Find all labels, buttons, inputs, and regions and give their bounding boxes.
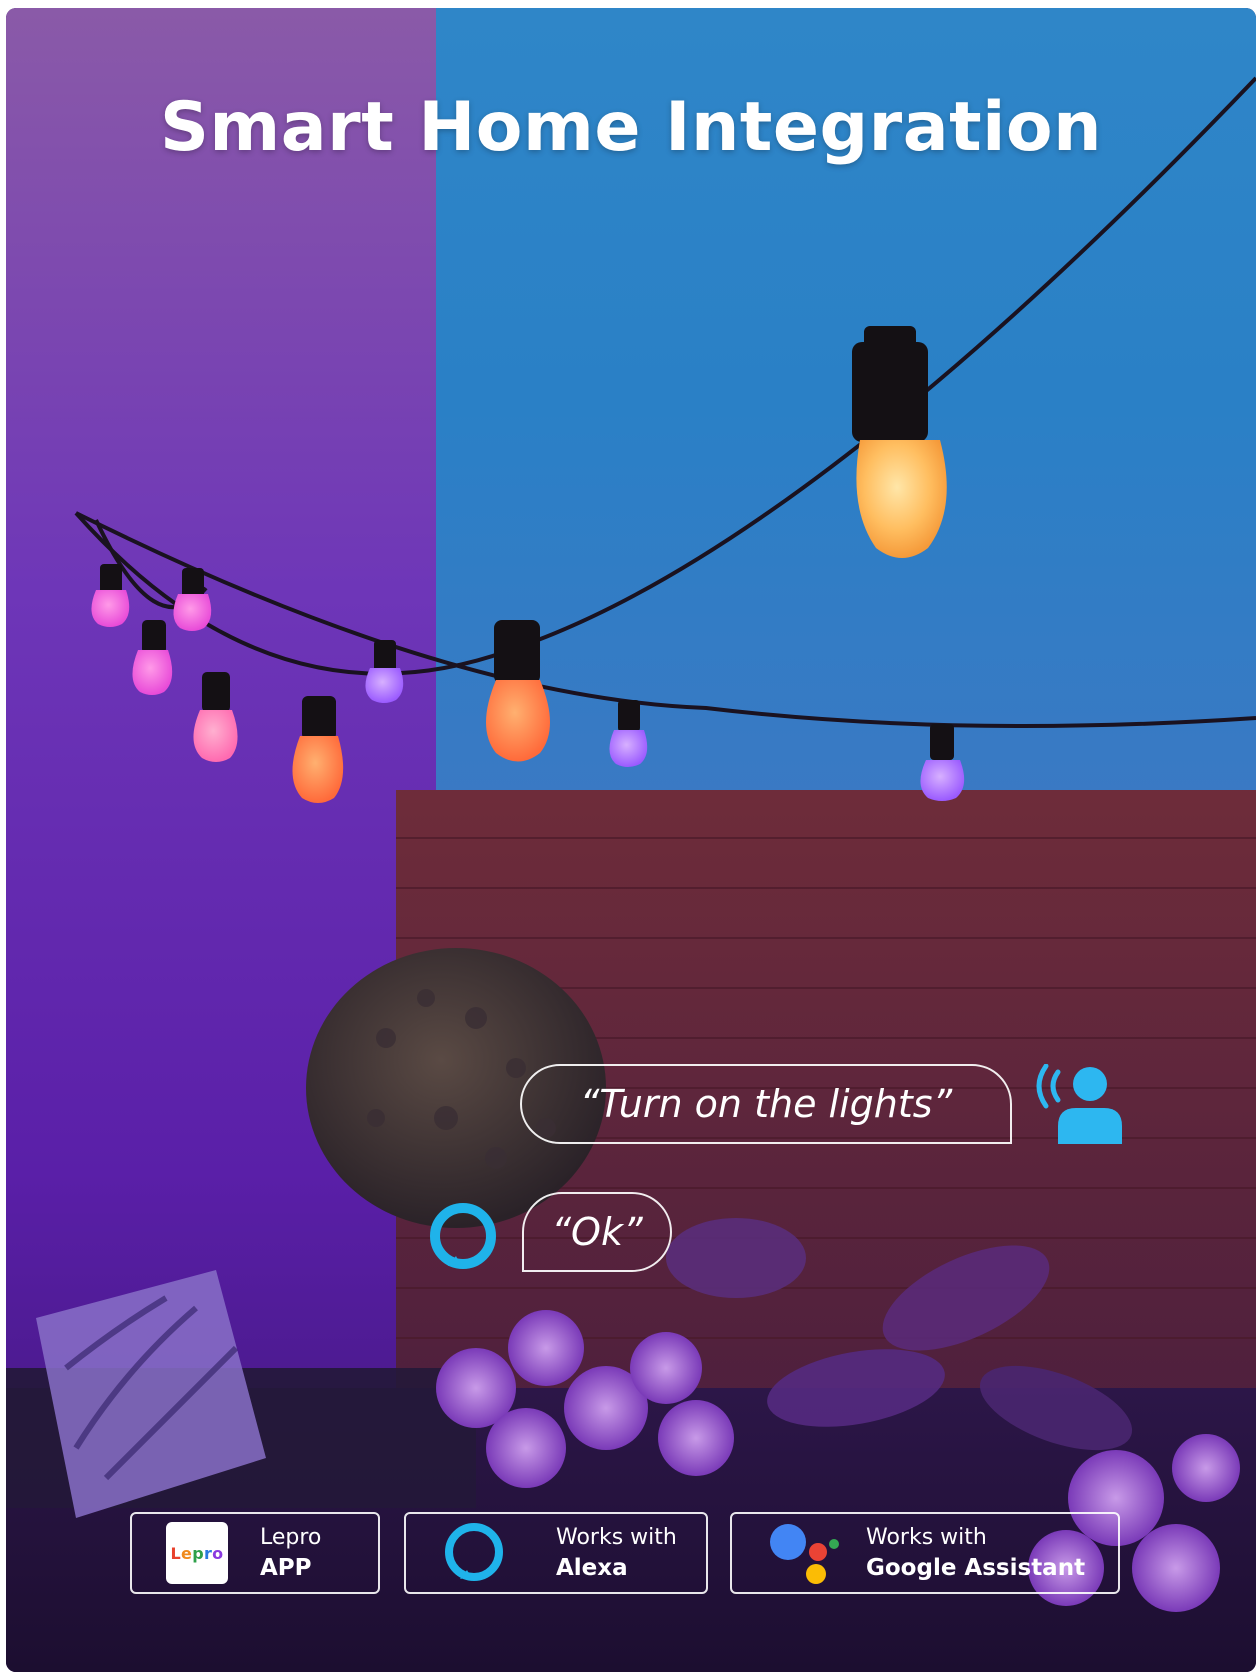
lepro-logo-o: o (212, 1543, 224, 1563)
lepro-logo-e: e (181, 1543, 193, 1563)
lepro-badge-line1: Lepro (260, 1525, 322, 1550)
alexa-icon (430, 1203, 496, 1269)
lepro-logo-r: r (203, 1543, 213, 1563)
patio-scene (6, 8, 1256, 1672)
page-title: Smart Home Integration (159, 88, 1103, 167)
lepro-logo-l: L (170, 1543, 182, 1563)
lepro-badge-line2: APP (260, 1555, 312, 1581)
assistant-speech-bubble: “Ok” (522, 1192, 672, 1272)
user-speech-text: “Turn on the lights” (579, 1082, 953, 1126)
alexa-badge: Works with Alexa (404, 1512, 708, 1594)
alexa-badge-line2: Alexa (556, 1555, 628, 1581)
google-badge-line1: Works with (866, 1525, 987, 1550)
lepro-logo: Lepro (166, 1522, 228, 1584)
lepro-app-badge: Lepro Lepro APP (130, 1512, 380, 1594)
person-speaking-icon (1036, 1064, 1122, 1144)
assistant-speech-text: “Ok” (551, 1210, 643, 1254)
alexa-badge-line1: Works with (556, 1525, 677, 1550)
product-image: Smart Home Integration “Turn on the ligh… (6, 8, 1256, 1672)
google-badge-line2: Google Assistant (866, 1555, 1086, 1581)
lepro-logo-p: p (192, 1543, 204, 1563)
google-assistant-icon (770, 1524, 839, 1584)
alexa-badge-icon (445, 1523, 503, 1581)
google-assistant-badge: Works with Google Assistant (730, 1512, 1120, 1594)
user-speech-bubble: “Turn on the lights” (520, 1064, 1012, 1144)
